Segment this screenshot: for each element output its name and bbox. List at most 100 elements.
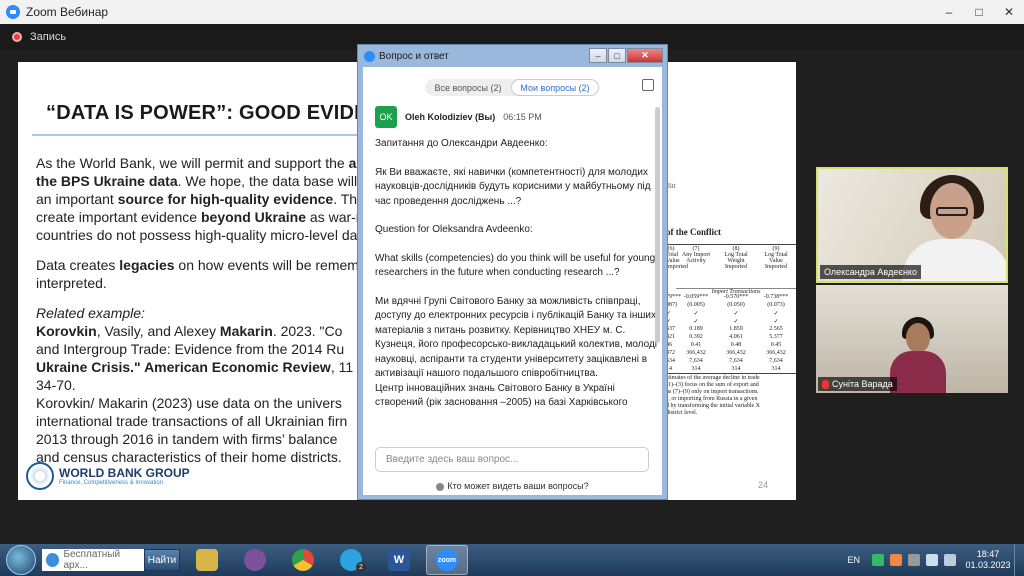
taskbar-search[interactable]: Бесплатный арх...	[42, 549, 144, 571]
recording-label: Запись	[30, 31, 67, 43]
table-notes: stimates of the average decline in trade…	[666, 373, 796, 417]
message-paragraph: What skills (competencies) do you think …	[375, 252, 656, 279]
table-note-line: d by transforming the initial variable X	[666, 403, 760, 409]
message-text: Запитання до Олександри Авдеенко: Як Ви …	[375, 137, 657, 411]
maximize-button[interactable]: □	[964, 0, 994, 24]
qa-window-controls: – □ ✕	[588, 48, 663, 63]
message-paragraph: Ми вдячні Групі Світового Банку за можли…	[375, 295, 657, 380]
zoom-titlebar: Zoom Вебинар – □ ✕	[0, 0, 1024, 24]
table-cell: 1.859	[729, 326, 743, 332]
table-header: (6) Total Value Imported (7) Any Import …	[666, 244, 796, 270]
taskbar-app-viber[interactable]	[234, 545, 276, 575]
question-input[interactable]: Введите здесь ваш вопрос...	[375, 447, 649, 472]
table-row: ✓ ✓ ✓ ✓	[666, 310, 796, 318]
message-paragraph: Центр інноваційних знань Світового Банку…	[375, 382, 628, 409]
message-paragraph: Question for Oleksandra Avdeenko:	[375, 224, 533, 235]
search-button[interactable]: Найти	[144, 549, 180, 571]
slide-page-number: 24	[758, 480, 769, 490]
qa-message: OK Oleh Kolodiziev (Вы) 06:15 PM Запитан…	[375, 105, 657, 445]
table-cell: -0.570***	[723, 294, 749, 300]
record-icon[interactable]	[12, 32, 22, 42]
table-cell: -0.738***	[763, 294, 789, 300]
world-bank-logo: WORLD BANK GROUP Finance, Competitivenes…	[26, 462, 190, 490]
participant-name: Олександра Авдеєнко	[820, 265, 921, 279]
minimize-button[interactable]: –	[934, 0, 964, 24]
table-cell: 0.48	[730, 342, 742, 348]
file-explorer-icon	[196, 549, 218, 571]
table-cell: 5.377	[769, 334, 783, 340]
tray-app-icon[interactable]	[908, 554, 920, 566]
qa-scrollbar[interactable]	[655, 107, 660, 343]
slide-body: As the World Bank, we will permit and su…	[36, 154, 381, 466]
network-icon[interactable]	[926, 554, 938, 566]
world-bank-globe-icon	[26, 462, 54, 490]
taskbar-app-telegram[interactable]: 2	[330, 545, 372, 575]
taskbar-app-word[interactable]: W	[378, 545, 420, 575]
table-cell: -0.059***	[683, 294, 709, 300]
viber-icon	[244, 549, 266, 571]
window-title: Zoom Вебинар	[26, 5, 109, 19]
table-cell: ✓	[733, 311, 739, 317]
taskbar-app-zoom[interactable]: zoom	[426, 545, 468, 575]
language-indicator[interactable]: EN	[847, 555, 860, 565]
table-cell: 366,432	[766, 350, 786, 356]
tray-app-icon[interactable]	[890, 554, 902, 566]
slide-paragraph-2: Data creates legacies on how events will…	[36, 257, 363, 291]
zoom-logo-icon	[364, 50, 375, 62]
desktop: Zoom Вебинар – □ ✕ Запись “DATA IS POWER…	[0, 0, 1024, 576]
close-button[interactable]: ✕	[994, 0, 1024, 24]
logo-name: WORLD BANK GROUP	[59, 466, 190, 480]
table-header-cell: (9) Log Total Value Imported	[764, 246, 788, 270]
table-cell: 0.41	[690, 342, 702, 348]
tab-all-questions[interactable]: Все вопросы (2)	[425, 79, 511, 96]
table-cell: (0.050)	[727, 302, 745, 308]
qa-title: Вопрос и ответ	[379, 50, 449, 62]
volume-icon[interactable]	[944, 554, 956, 566]
table-row: 637 0.189 1.859 2.565	[666, 326, 796, 334]
zoom-logo-icon	[6, 5, 20, 19]
table-row: 634 7,634 7,634 7,634	[666, 358, 796, 366]
table-cell: 7,634	[689, 358, 703, 364]
notification-badge: 2	[356, 562, 366, 572]
table-cell: 7,634	[769, 358, 783, 364]
qa-titlebar: Вопрос и ответ – □ ✕	[358, 45, 667, 67]
video-tile-participant[interactable]: Суніта Варада	[816, 285, 1008, 393]
qa-close-button[interactable]: ✕	[627, 48, 663, 63]
avatar: OK	[375, 106, 397, 128]
table-header-cell: (7) Any Import Activity	[681, 246, 711, 264]
clock[interactable]: 18:47 01.03.2023	[962, 549, 1014, 571]
tab-my-questions[interactable]: Мои вопросы (2)	[511, 79, 599, 96]
table-note-line: s, or importing from Russia in a given	[666, 396, 758, 402]
qa-visibility-link[interactable]: Кто может видеть ваши вопросы?	[363, 481, 662, 491]
popout-icon[interactable]	[642, 79, 654, 91]
table-note-line: district level.	[666, 410, 698, 416]
table-cell: 2.565	[769, 326, 783, 332]
qa-minimize-button[interactable]: –	[589, 48, 607, 63]
taskbar-app-explorer[interactable]	[186, 545, 228, 575]
table-cell: ✓	[693, 311, 699, 317]
start-button[interactable]	[6, 545, 36, 575]
table-cell: 0.189	[689, 326, 703, 332]
window-controls: – □ ✕	[934, 0, 1024, 24]
table-row: 46 0.41 0.48 0.45	[666, 342, 796, 350]
browser-icon	[46, 553, 60, 567]
video-tile-speaker[interactable]: Олександра Авдеєнко	[816, 167, 1008, 283]
table-cell: 366,432	[726, 350, 746, 356]
table-row: 79*** -0.059*** -0.570*** -0.738***	[666, 294, 796, 302]
taskbar-app-chrome[interactable]	[282, 545, 324, 575]
table-body: 79*** -0.059*** -0.570*** -0.738*** 087) (0.0…	[666, 294, 796, 374]
tray-app-icon[interactable]	[872, 554, 884, 566]
qa-dialog: Вопрос и ответ – □ ✕ Все вопросы (2) Мои…	[357, 44, 668, 500]
qa-maximize-button[interactable]: □	[608, 48, 626, 63]
table-cell: ✓	[733, 319, 739, 325]
show-desktop-button[interactable]	[1014, 544, 1024, 576]
slide-title: “DATA IS POWER”: GOOD EVIDENC	[46, 102, 397, 124]
qa-tabs: Все вопросы (2) Мои вопросы (2)	[425, 79, 599, 96]
table-row: 087) (0.005) (0.050) (0.073)	[666, 302, 796, 310]
table-row: 421 0.392 4.061 5.377	[666, 334, 796, 342]
table-note-line: stimates of the average decline in trade	[666, 375, 760, 381]
person-icon	[436, 482, 445, 491]
table-row: ✓ ✓ ✓ ✓	[666, 318, 796, 326]
message-paragraph: Запитання до Олександри Авдеенко:	[375, 138, 548, 149]
table-cell: 0.45	[770, 342, 782, 348]
